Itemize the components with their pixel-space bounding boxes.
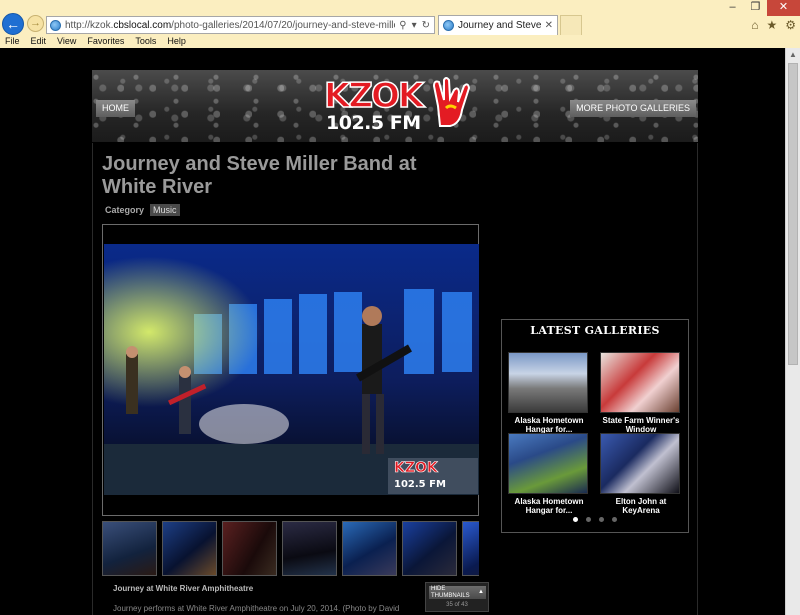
- minimize-icon[interactable]: –: [721, 0, 744, 16]
- page-favicon-icon: [50, 19, 61, 31]
- new-tab-button[interactable]: [560, 15, 582, 35]
- url-path: /photo-galleries/2014/07/20/journey-and-…: [171, 19, 395, 31]
- thumbnail[interactable]: [102, 521, 157, 576]
- carousel-pagination: [573, 517, 617, 522]
- back-button[interactable]: ←: [2, 13, 24, 35]
- url-text[interactable]: http://kzok.cbslocal.com/photo-galleries…: [65, 20, 395, 31]
- category-label: Category: [105, 205, 145, 215]
- site-header: HOME KZOK 102.5 FM MORE PHOTO GALLERIES: [92, 70, 698, 142]
- back-arrow-icon: ←: [6, 16, 20, 32]
- kzok-logo[interactable]: KZOK 102.5 FM: [323, 76, 470, 138]
- web-page: HOME KZOK 102.5 FM MORE PHOTO GALLERIES …: [0, 48, 785, 615]
- vertical-scrollbar[interactable]: ▲: [785, 48, 800, 615]
- address-bar[interactable]: http://kzok.cbslocal.com/photo-galleries…: [46, 16, 435, 34]
- page-title: Journey and Steve Miller Band at White R…: [102, 153, 417, 198]
- menu-view[interactable]: View: [57, 35, 76, 48]
- latest-gallery-item[interactable]: Alaska Hometown Hangar for...: [508, 352, 590, 434]
- address-bar-actions: ⚲ ▾ ↻: [395, 20, 434, 31]
- favorites-star-icon[interactable]: ★: [766, 18, 777, 32]
- collapse-arrow-icon: ▲: [478, 589, 484, 595]
- tab-active[interactable]: Journey and Steve Miller Ba... ✕: [438, 15, 558, 35]
- latest-galleries-widget: LATEST GALLERIES Alaska Hometown Hangar …: [501, 319, 689, 533]
- main-photo[interactable]: KZOK 102.5 FM: [104, 244, 479, 495]
- menu-file[interactable]: File: [5, 35, 20, 48]
- thumbnail-strip: [102, 521, 479, 576]
- carousel-dot[interactable]: [573, 517, 578, 522]
- thumbnail[interactable]: [222, 521, 277, 576]
- gear-icon[interactable]: ⚙: [785, 18, 796, 32]
- main-photo-frame: KZOK 102.5 FM: [102, 224, 479, 516]
- window-close-icon[interactable]: ✕: [767, 0, 800, 16]
- gallery-thumbnail[interactable]: [508, 433, 588, 494]
- forward-button[interactable]: →: [27, 15, 44, 32]
- gallery-content: Journey and Steve Miller Band at White R…: [92, 143, 698, 615]
- window-controls: – ❐ ✕: [721, 0, 800, 16]
- scrollbar-thumb[interactable]: [788, 63, 798, 365]
- photo-watermark-freq: 102.5 FM: [394, 479, 446, 490]
- latest-gallery-item[interactable]: State Farm Winner's Window: [600, 352, 682, 434]
- url-domain: cbslocal.com: [113, 19, 172, 31]
- latest-galleries-title: LATEST GALLERIES: [530, 324, 660, 337]
- photo-watermark-logo: KZOK: [394, 460, 439, 476]
- thumbnail[interactable]: [402, 521, 457, 576]
- carousel-dot[interactable]: [599, 517, 604, 522]
- thumbnail[interactable]: [462, 521, 479, 576]
- refresh-icon[interactable]: ↻: [422, 20, 430, 31]
- browser-chrome: ← → http://kzok.cbslocal.com/photo-galle…: [0, 0, 800, 48]
- forward-arrow-icon: →: [30, 17, 41, 29]
- photo-counter: 35 of 43: [446, 602, 468, 608]
- menu-help[interactable]: Help: [167, 35, 186, 48]
- logo-letters: KZOK: [323, 76, 425, 116]
- home-icon[interactable]: ⌂: [751, 18, 758, 32]
- photo-caption-text: Journey performs at White River Amphithe…: [113, 604, 400, 613]
- search-icon[interactable]: ⚲: [399, 20, 406, 31]
- rock-hand-icon: [432, 77, 470, 127]
- photo-caption-title: Journey at White River Amphitheatre: [113, 584, 254, 593]
- gallery-caption[interactable]: Alaska Hometown Hangar for...: [508, 416, 590, 434]
- restore-icon[interactable]: ❐: [744, 0, 767, 16]
- logo-frequency: 102.5 FM: [326, 112, 421, 134]
- carousel-dot[interactable]: [586, 517, 591, 522]
- dropdown-chevron-icon[interactable]: ▾: [412, 20, 417, 31]
- category-link-music[interactable]: Music: [150, 204, 180, 216]
- gallery-caption[interactable]: Alaska Hometown Hangar for...: [508, 497, 590, 515]
- menu-tools[interactable]: Tools: [135, 35, 156, 48]
- gallery-caption[interactable]: Elton John at KeyArena: [600, 497, 682, 515]
- gallery-caption[interactable]: State Farm Winner's Window: [600, 416, 682, 434]
- latest-gallery-item[interactable]: Alaska Hometown Hangar for...: [508, 433, 590, 515]
- hide-thumbnails-button[interactable]: HIDE THUMBNAILS ▲: [429, 586, 486, 599]
- hide-thumbnails-panel: HIDE THUMBNAILS ▲ 35 of 43: [425, 582, 489, 612]
- menu-edit[interactable]: Edit: [31, 35, 47, 48]
- menu-bar: File Edit View Favorites Tools Help: [0, 35, 800, 48]
- gallery-thumbnail[interactable]: [600, 433, 680, 494]
- tab-title: Journey and Steve Miller Ba...: [458, 20, 543, 31]
- gallery-thumbnail[interactable]: [508, 352, 588, 413]
- tab-favicon-icon: [443, 20, 454, 31]
- thumbnail[interactable]: [162, 521, 217, 576]
- thumbnail[interactable]: [342, 521, 397, 576]
- tab-close-icon[interactable]: ✕: [545, 20, 553, 31]
- menu-favorites[interactable]: Favorites: [87, 35, 124, 48]
- more-photo-galleries-button[interactable]: MORE PHOTO GALLERIES: [570, 100, 696, 117]
- hide-thumbnails-label: HIDE THUMBNAILS: [431, 586, 470, 599]
- home-nav-button[interactable]: HOME: [96, 100, 135, 117]
- gallery-thumbnail[interactable]: [600, 352, 680, 413]
- latest-gallery-item[interactable]: Elton John at KeyArena: [600, 433, 682, 515]
- scroll-up-arrow-icon[interactable]: ▲: [789, 50, 797, 59]
- thumbnail[interactable]: [282, 521, 337, 576]
- url-prefix: http://kzok.: [65, 19, 114, 31]
- toolbar-icons: ⌂ ★ ⚙: [751, 18, 796, 32]
- carousel-dot[interactable]: [612, 517, 617, 522]
